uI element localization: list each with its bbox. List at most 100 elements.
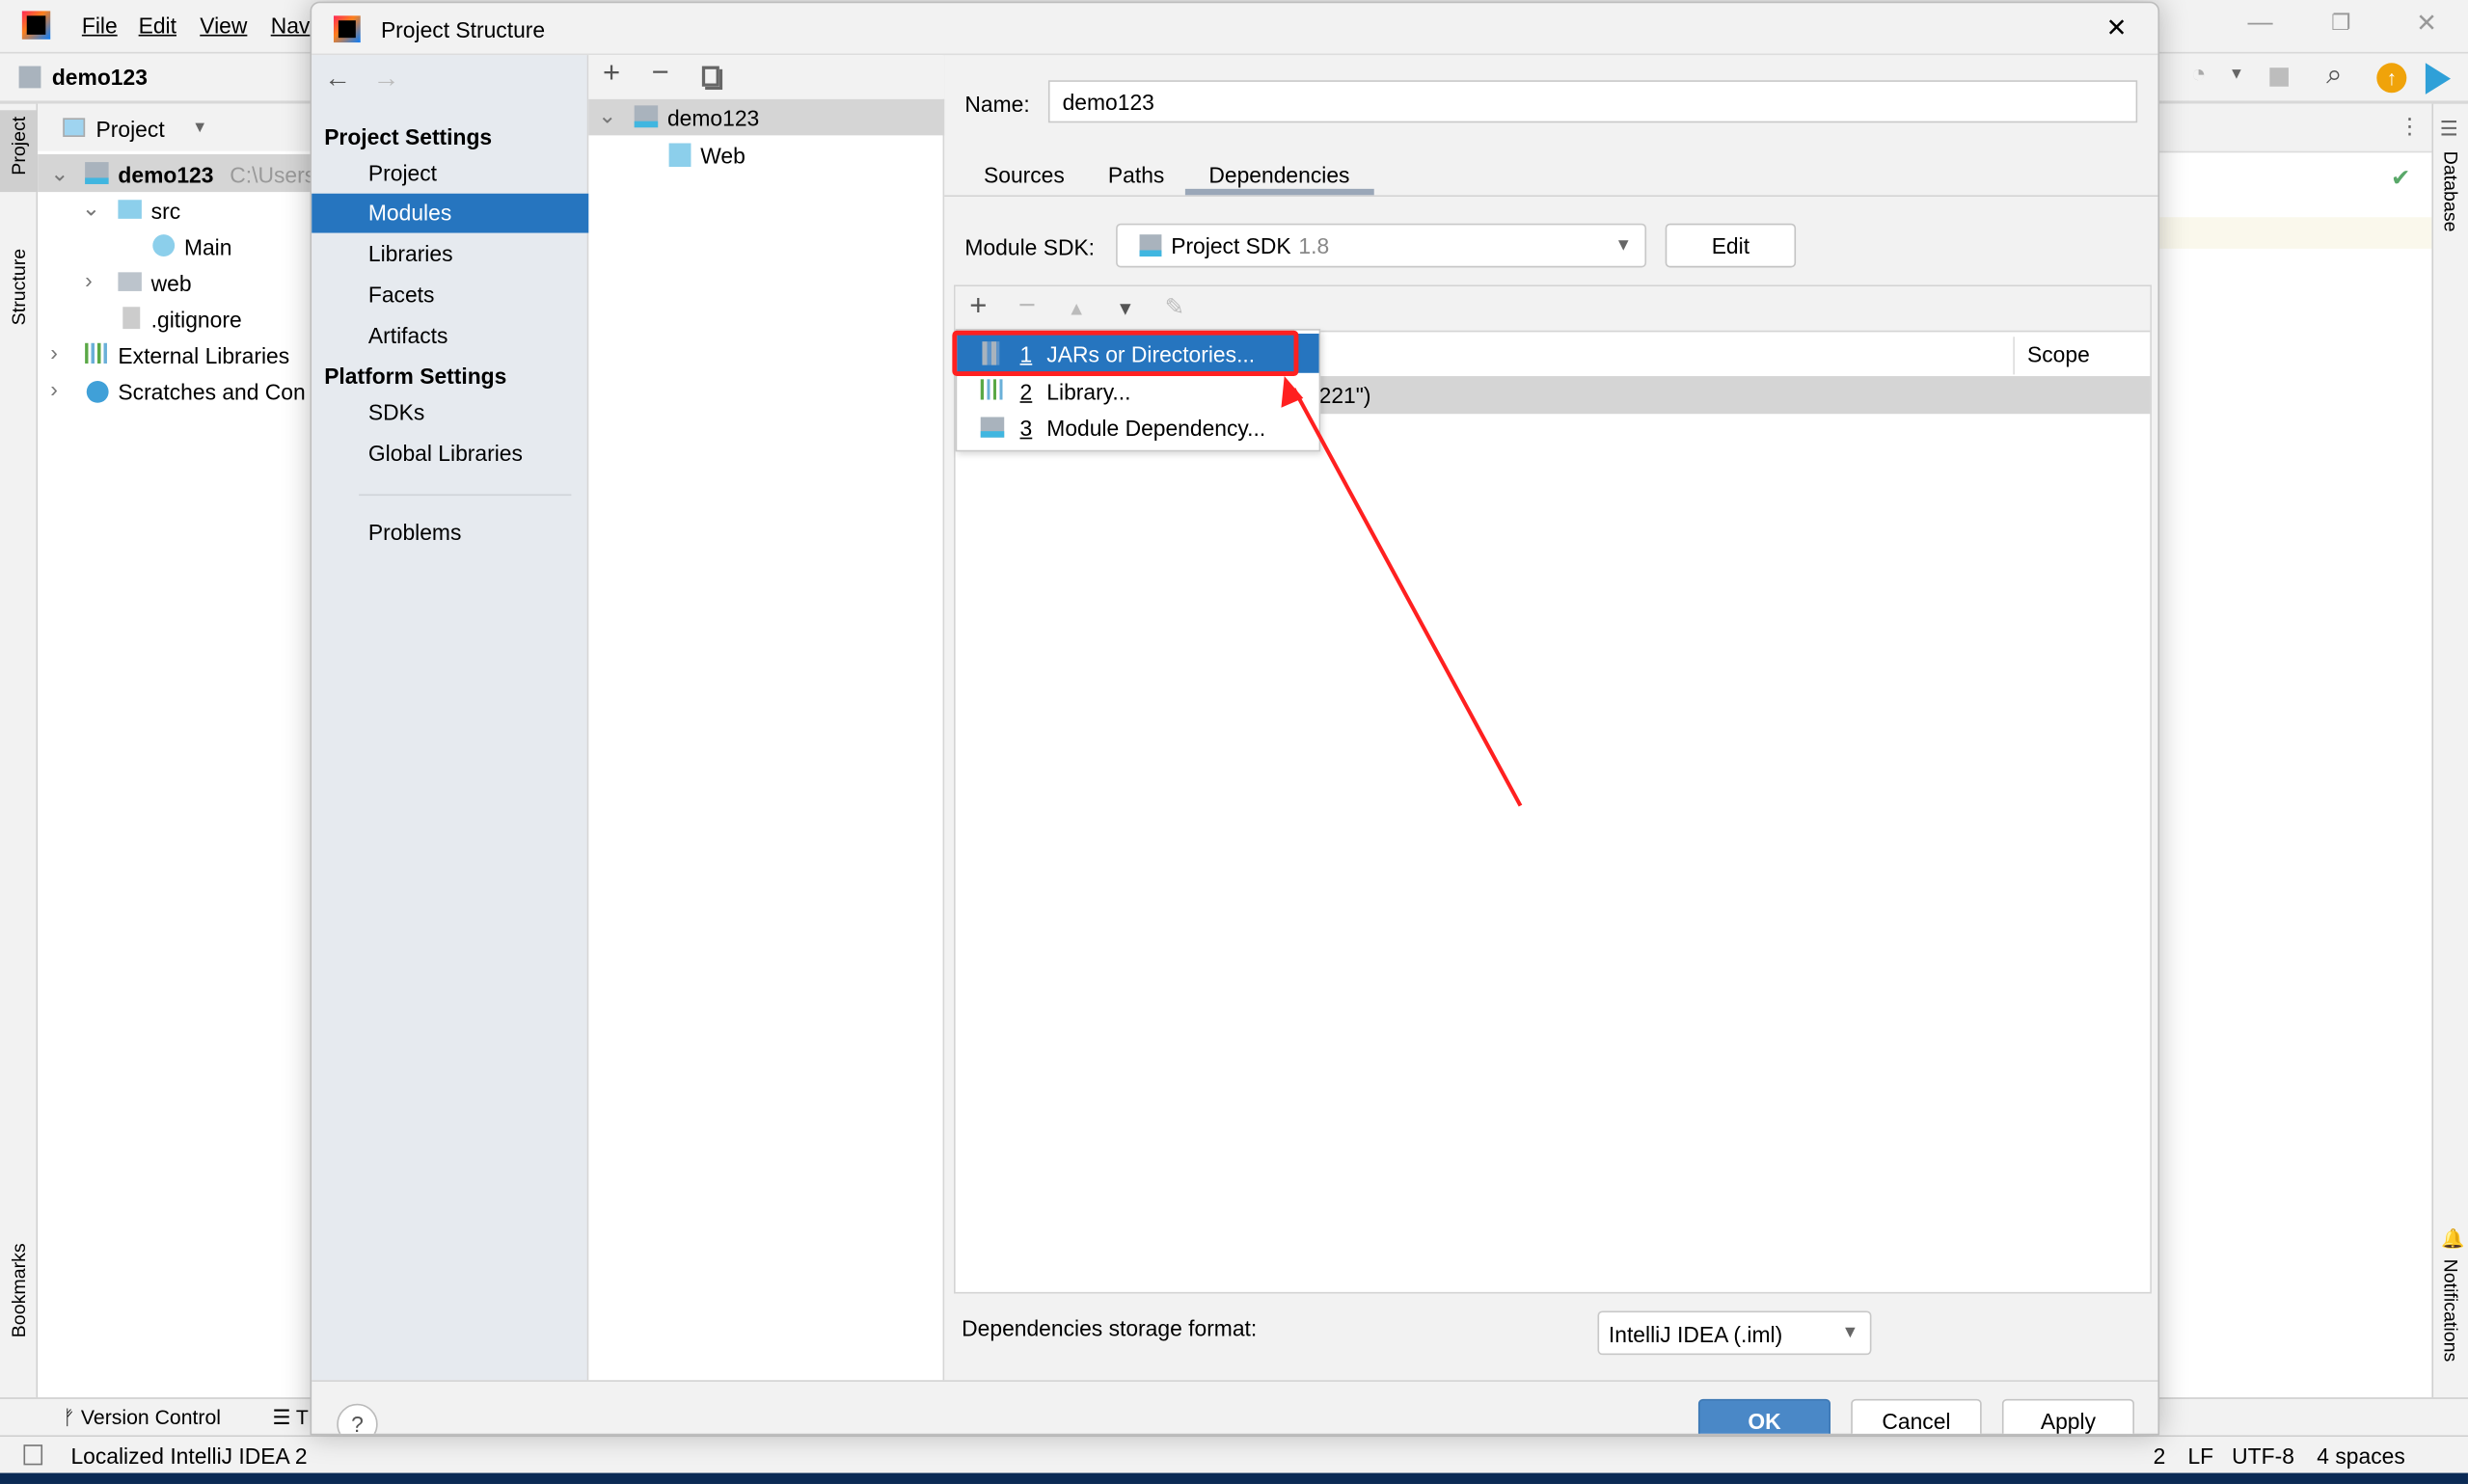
tree-item-gitignore[interactable]: .gitignore xyxy=(151,307,242,332)
class-icon xyxy=(152,234,176,257)
popup-item-label: Module Dependency... xyxy=(1046,415,1266,441)
tabs-divider xyxy=(944,195,2158,197)
popup-item-label: Library... xyxy=(1046,379,1131,405)
chevron-down-icon: ▼ xyxy=(1614,235,1633,256)
ok-button[interactable]: OK xyxy=(1697,1398,1831,1434)
name-input[interactable] xyxy=(1047,80,2138,123)
edit-sdk-button[interactable]: Edit xyxy=(1665,223,1797,268)
footer-divider xyxy=(312,1380,2158,1382)
copy-icon[interactable] xyxy=(701,66,719,87)
restore-icon[interactable]: ❐ xyxy=(2331,10,2351,37)
status-encoding[interactable]: UTF-8 xyxy=(2232,1444,2294,1469)
tree-item-src[interactable]: src xyxy=(151,199,180,224)
database-tool-tab[interactable]: Database xyxy=(2440,151,2462,232)
back-icon[interactable]: ← xyxy=(324,63,351,94)
screen: File Edit View Nav — ❐ ✕ demo123 ◔ ▼ ⌕ ↑… xyxy=(0,0,2468,1484)
close-window-icon[interactable]: ✕ xyxy=(2416,8,2437,40)
chevron-right-icon[interactable]: › xyxy=(85,267,93,292)
folder-icon xyxy=(18,66,41,89)
nav-item-artifacts[interactable]: Artifacts xyxy=(312,316,588,356)
menu-edit[interactable]: Edit xyxy=(139,13,176,38)
version-control-tab[interactable]: ᚠ Version Control xyxy=(63,1405,221,1428)
tree-item-external-libraries[interactable]: External Libraries xyxy=(118,343,289,368)
project-view-selector[interactable]: Project xyxy=(96,117,165,142)
remove-dependency-icon[interactable]: − xyxy=(1018,289,1036,324)
status-line-separator[interactable]: LF xyxy=(2187,1444,2213,1469)
storage-format-combobox[interactable]: IntelliJ IDEA (.iml) ▼ xyxy=(1597,1310,1872,1356)
move-down-icon[interactable]: ▼ xyxy=(1116,297,1134,319)
nav-item-libraries[interactable]: Libraries xyxy=(312,234,588,274)
code-with-me-icon[interactable] xyxy=(2425,63,2452,94)
libraries-icon xyxy=(85,342,107,364)
tree-item-web[interactable]: web xyxy=(151,271,192,296)
source-folder-icon xyxy=(118,200,142,219)
profiler-icon[interactable]: ◔ xyxy=(2191,62,2207,90)
scratches-icon xyxy=(86,380,109,403)
module-folder-icon xyxy=(85,162,109,184)
cancel-button[interactable]: Cancel xyxy=(1851,1398,1982,1434)
add-module-icon[interactable]: + xyxy=(603,57,620,92)
chevron-down-icon[interactable]: ▼ xyxy=(2229,67,2244,84)
move-up-icon[interactable]: ▲ xyxy=(1067,297,1085,319)
chevron-down-icon[interactable]: ⌄ xyxy=(82,195,100,222)
status-position[interactable]: 2 xyxy=(2154,1444,2166,1469)
toggle-tool-windows-icon[interactable] xyxy=(23,1444,43,1466)
platform-settings-header: Platform Settings xyxy=(324,363,507,390)
project-breadcrumb[interactable]: demo123 xyxy=(52,65,148,90)
nav-item-global-libraries[interactable]: Global Libraries xyxy=(312,434,588,473)
annotation-highlight-box xyxy=(952,330,1299,377)
nav-item-facets[interactable]: Facets xyxy=(312,276,588,315)
edit-pencil-icon[interactable]: ✎ xyxy=(1165,293,1185,321)
chevron-down-icon[interactable]: ⌄ xyxy=(598,102,616,129)
popup-item-number: 2 xyxy=(1019,379,1033,405)
forward-icon[interactable]: → xyxy=(373,63,400,94)
tab-sources[interactable]: Sources xyxy=(984,162,1065,187)
module-sdk-version: 1.8 xyxy=(1298,232,1330,258)
stop-icon[interactable] xyxy=(2269,67,2289,87)
dialog-title: Project Structure xyxy=(380,16,546,43)
chevron-right-icon[interactable]: › xyxy=(50,376,58,401)
minimize-icon[interactable]: — xyxy=(2247,10,2272,38)
tree-item-demo123[interactable]: demo123 xyxy=(118,162,213,187)
column-divider xyxy=(2013,337,2015,375)
intellij-logo-icon xyxy=(21,11,51,40)
add-dependency-icon[interactable]: + xyxy=(969,289,987,324)
tree-item-main[interactable]: Main xyxy=(184,234,232,259)
module-item-web[interactable]: Web xyxy=(700,144,746,169)
tree-item-scratches[interactable]: Scratches and Con xyxy=(118,379,305,404)
remove-module-icon[interactable]: − xyxy=(652,57,669,92)
nav-item-sdks[interactable]: SDKs xyxy=(312,393,588,433)
menu-view[interactable]: View xyxy=(200,13,247,38)
update-icon[interactable]: ↑ xyxy=(2376,63,2407,94)
chevron-down-icon[interactable]: ⌄ xyxy=(50,160,68,187)
notifications-tool-tab[interactable]: Notifications xyxy=(2440,1259,2462,1363)
more-options-icon[interactable]: ⋮ xyxy=(2399,114,2421,141)
menu-file[interactable]: File xyxy=(82,13,118,38)
help-button[interactable]: ? xyxy=(337,1403,378,1434)
module-item-demo123[interactable]: demo123 xyxy=(667,105,759,130)
tab-paths[interactable]: Paths xyxy=(1108,162,1164,187)
library-icon xyxy=(980,379,1003,400)
nav-item-problems[interactable]: Problems xyxy=(312,513,588,553)
web-facet-icon xyxy=(668,143,692,167)
storage-format-value: IntelliJ IDEA (.iml) xyxy=(1608,1321,1783,1347)
chevron-right-icon[interactable]: › xyxy=(50,340,58,365)
close-icon[interactable]: ✕ xyxy=(2106,13,2128,44)
apply-button[interactable]: Apply xyxy=(2001,1398,2134,1434)
menu-navigate[interactable]: Nav xyxy=(271,13,311,38)
taskbar xyxy=(0,1472,2468,1484)
chevron-down-icon[interactable]: ▼ xyxy=(192,120,207,137)
status-indent[interactable]: 4 spaces xyxy=(2317,1444,2404,1469)
project-tool-tab[interactable]: Project xyxy=(8,117,30,175)
structure-tool-tab[interactable]: Structure xyxy=(8,249,30,325)
module-sdk-combobox[interactable]: Project SDK 1.8 ▼ xyxy=(1116,223,1647,268)
nav-divider xyxy=(359,494,572,497)
tab-dependencies[interactable]: Dependencies xyxy=(1208,162,1349,187)
bookmarks-tool-tab[interactable]: Bookmarks xyxy=(8,1243,30,1337)
todo-tab[interactable]: ☰ T xyxy=(272,1405,309,1430)
chevron-down-icon: ▼ xyxy=(1841,1323,1859,1343)
status-message[interactable]: Localized IntelliJ IDEA 2 xyxy=(70,1444,307,1469)
nav-item-modules[interactable]: Modules xyxy=(312,193,589,233)
search-icon[interactable]: ⌕ xyxy=(2326,58,2342,91)
nav-item-project[interactable]: Project xyxy=(312,154,588,194)
